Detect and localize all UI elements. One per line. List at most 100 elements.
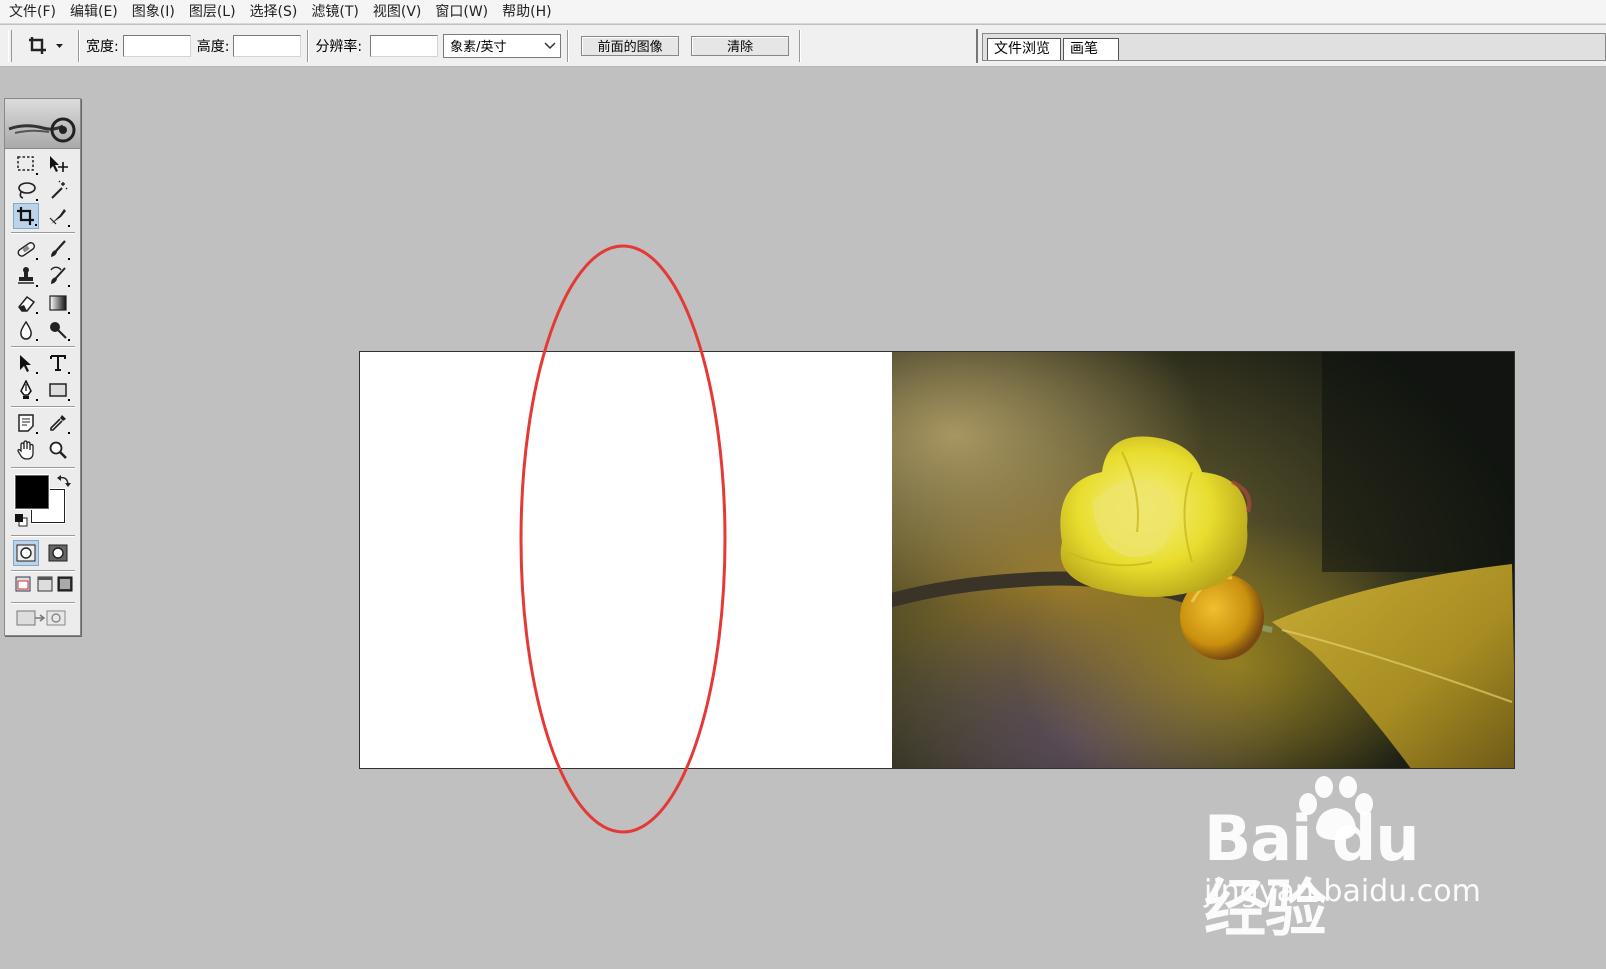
palette-well: 文件浏览 画笔 bbox=[976, 29, 1606, 63]
quick-mask-mode-button[interactable] bbox=[45, 540, 71, 566]
default-colors-icon[interactable] bbox=[14, 513, 28, 527]
stamp-icon bbox=[18, 267, 34, 284]
screen-mode-group bbox=[13, 574, 77, 596]
height-label: 高度: bbox=[196, 38, 230, 55]
color-swatches bbox=[13, 473, 77, 531]
zoom-tool[interactable] bbox=[45, 437, 71, 463]
blur-tool[interactable] bbox=[13, 317, 39, 343]
toolbox-separator bbox=[11, 232, 75, 234]
notes-tool[interactable] bbox=[13, 410, 39, 436]
rectangle-shape-icon bbox=[49, 383, 67, 397]
toolbox bbox=[4, 98, 81, 636]
swap-colors-icon[interactable] bbox=[57, 474, 71, 488]
tool-preset-picker[interactable] bbox=[20, 31, 72, 61]
eyedropper-icon bbox=[50, 415, 66, 431]
bandage-icon bbox=[17, 242, 35, 257]
full-screen-icon[interactable] bbox=[57, 576, 73, 592]
chevron-down-icon bbox=[544, 41, 556, 49]
magic-wand-icon bbox=[51, 180, 68, 199]
resolution-label: 分辨率: bbox=[315, 38, 363, 55]
menu-help[interactable]: 帮助(H) bbox=[495, 0, 558, 24]
marquee-icon bbox=[17, 156, 34, 171]
magic-wand-tool[interactable] bbox=[45, 177, 71, 203]
full-screen-menu-icon[interactable] bbox=[37, 576, 53, 592]
history-brush-tool[interactable] bbox=[45, 263, 71, 289]
imageready-icon bbox=[16, 610, 66, 626]
eraser-tool[interactable] bbox=[13, 290, 39, 316]
options-separator bbox=[567, 29, 570, 62]
crop-tool[interactable] bbox=[13, 203, 39, 229]
jump-to-imageready-button[interactable] bbox=[13, 606, 75, 630]
dodge-lollipop-icon bbox=[50, 322, 67, 339]
tab-brushes[interactable]: 画笔 bbox=[1063, 38, 1119, 60]
move-tool[interactable] bbox=[45, 151, 71, 177]
watermark-url-text: jingyan.baidu.com bbox=[1204, 874, 1481, 909]
watermark-brand-text: Bai du 经验 bbox=[1204, 802, 1419, 945]
dodge-tool[interactable] bbox=[45, 317, 71, 343]
height-input[interactable] bbox=[233, 34, 302, 57]
menu-bar: 文件(F) 编辑(E) 图象(I) 图层(L) 选择(S) 滤镜(T) 视图(V… bbox=[0, 0, 1606, 24]
options-separator bbox=[78, 29, 80, 62]
eyedropper-tool[interactable] bbox=[45, 410, 71, 436]
water-drop-icon bbox=[20, 320, 32, 340]
history-brush-icon bbox=[50, 266, 66, 284]
options-bar-grip[interactable] bbox=[8, 29, 12, 62]
baidu-jingyan-watermark: Bai du 经验 jingyan.baidu.com bbox=[1196, 770, 1496, 944]
wintersweet-flower-image bbox=[892, 352, 1514, 768]
lasso-icon bbox=[18, 182, 36, 199]
arrow-pointer-icon bbox=[20, 355, 31, 372]
note-icon bbox=[18, 414, 34, 432]
standard-mode-icon bbox=[16, 544, 36, 562]
menu-window[interactable]: 窗口(W) bbox=[428, 0, 495, 24]
menu-view[interactable]: 视图(V) bbox=[366, 0, 429, 24]
clone-stamp-tool[interactable] bbox=[13, 263, 39, 289]
menu-file[interactable]: 文件(F) bbox=[2, 0, 63, 24]
menu-layer[interactable]: 图层(L) bbox=[182, 0, 243, 24]
toolbox-separator bbox=[11, 570, 75, 572]
toolbox-separator bbox=[11, 406, 75, 408]
gradient-tool[interactable] bbox=[45, 290, 71, 316]
standard-screen-icon[interactable] bbox=[15, 576, 31, 592]
menu-select[interactable]: 选择(S) bbox=[243, 0, 305, 24]
menu-image[interactable]: 图象(I) bbox=[125, 0, 182, 24]
crop-icon bbox=[29, 36, 63, 54]
type-t-icon bbox=[50, 355, 66, 371]
slice-knife-icon bbox=[49, 209, 66, 225]
toolbox-separator bbox=[11, 535, 75, 537]
canvas-white-area bbox=[360, 352, 892, 768]
hand-tool[interactable] bbox=[13, 437, 39, 463]
healing-brush-tool[interactable] bbox=[13, 236, 39, 262]
front-image-button[interactable]: 前面的图像 bbox=[581, 35, 680, 56]
toolbox-separator bbox=[11, 467, 75, 469]
wintersweet-photo bbox=[892, 352, 1514, 768]
hand-icon bbox=[17, 440, 34, 460]
tab-file-browser[interactable]: 文件浏览 bbox=[987, 38, 1061, 60]
resolution-input[interactable] bbox=[370, 34, 439, 57]
width-label: 宽度: bbox=[86, 38, 119, 55]
document-canvas[interactable] bbox=[359, 351, 1515, 769]
gradient-icon bbox=[49, 295, 67, 311]
lasso-tool[interactable] bbox=[13, 177, 39, 203]
rectangle-tool[interactable] bbox=[45, 377, 71, 403]
adobe-feather-logo bbox=[8, 117, 76, 143]
toolbox-header[interactable] bbox=[5, 99, 80, 149]
standard-mode-button[interactable] bbox=[13, 540, 39, 566]
palette-well-tray: 文件浏览 画笔 bbox=[982, 33, 1606, 61]
paintbrush-icon bbox=[51, 240, 66, 257]
crop-icon bbox=[17, 207, 34, 225]
width-input[interactable] bbox=[122, 34, 191, 57]
paw-print-icon bbox=[1299, 776, 1373, 840]
slice-tool[interactable] bbox=[45, 203, 71, 229]
clear-button[interactable]: 清除 bbox=[691, 35, 790, 56]
pen-tool[interactable] bbox=[13, 377, 39, 403]
options-separator bbox=[799, 29, 802, 62]
marquee-tool[interactable] bbox=[13, 151, 39, 177]
menu-filter[interactable]: 滤镜(T) bbox=[304, 0, 365, 24]
type-tool[interactable] bbox=[45, 350, 71, 376]
toolbox-separator bbox=[11, 602, 75, 604]
path-selection-tool[interactable] bbox=[13, 350, 39, 376]
resolution-unit-select[interactable]: 象素/英寸 bbox=[443, 33, 562, 58]
foreground-color-swatch[interactable] bbox=[14, 474, 50, 510]
menu-edit[interactable]: 编辑(E) bbox=[63, 0, 125, 24]
brush-tool[interactable] bbox=[45, 236, 71, 262]
